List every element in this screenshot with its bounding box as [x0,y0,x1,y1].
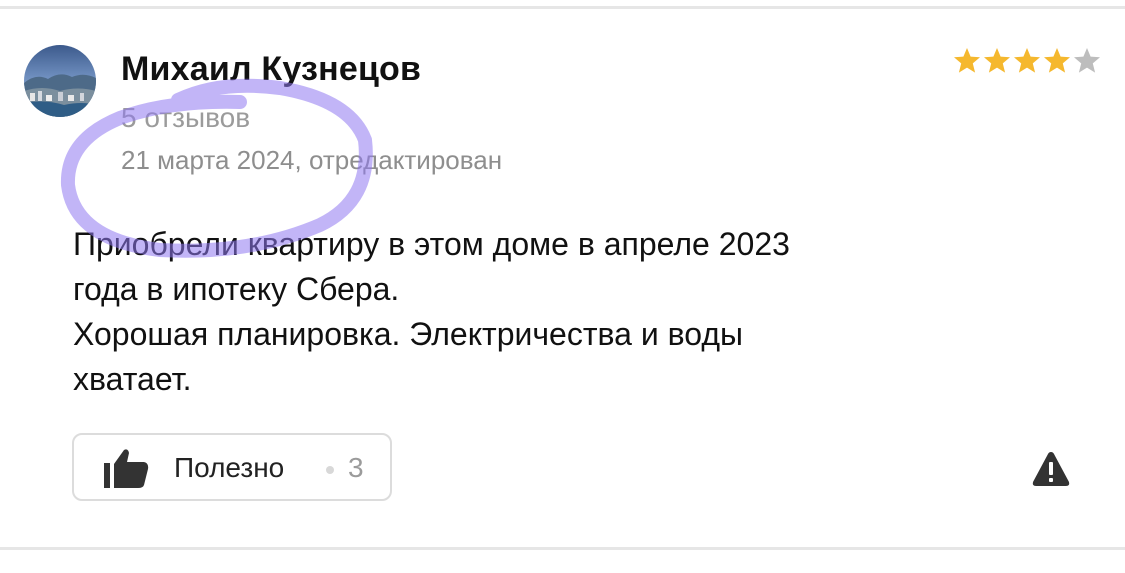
star-filled-icon [1014,48,1040,73]
review-text-line: Приобрели квартиру в этом доме в апреле … [73,226,790,262]
divider-top [0,6,1125,9]
divider-bottom [0,547,1125,550]
review-text-line: Хорошая планировка. Электричества и воды [73,316,743,352]
review-date: 21 марта 2024, отредактирован [121,145,503,175]
helpful-label: Полезно [174,452,285,483]
author-review-count[interactable]: 5 отзывов [121,102,250,134]
author-name[interactable]: Михаил Кузнецов [121,50,421,89]
avatar[interactable] [24,45,96,117]
star-empty-icon [1074,48,1100,73]
review-text-line: года в ипотеку Сбера. [73,271,400,307]
review-text-line: хватает. [73,361,192,397]
star-filled-icon [984,48,1010,73]
rating-stars [953,47,1103,75]
warning-triangle-icon[interactable] [1031,450,1071,488]
star-filled-icon [1044,48,1070,73]
review-text: Приобрели квартиру в этом доме в апреле … [73,222,1063,402]
separator-dot [326,466,334,474]
star-filled-icon [954,48,980,73]
thumbs-up-icon [104,449,149,488]
helpful-count: 3 [348,452,364,483]
review-card: Михаил Кузнецов 5 отзывов 21 марта 2024,… [0,0,1125,573]
helpful-button[interactable]: Полезно 3 [72,433,392,501]
